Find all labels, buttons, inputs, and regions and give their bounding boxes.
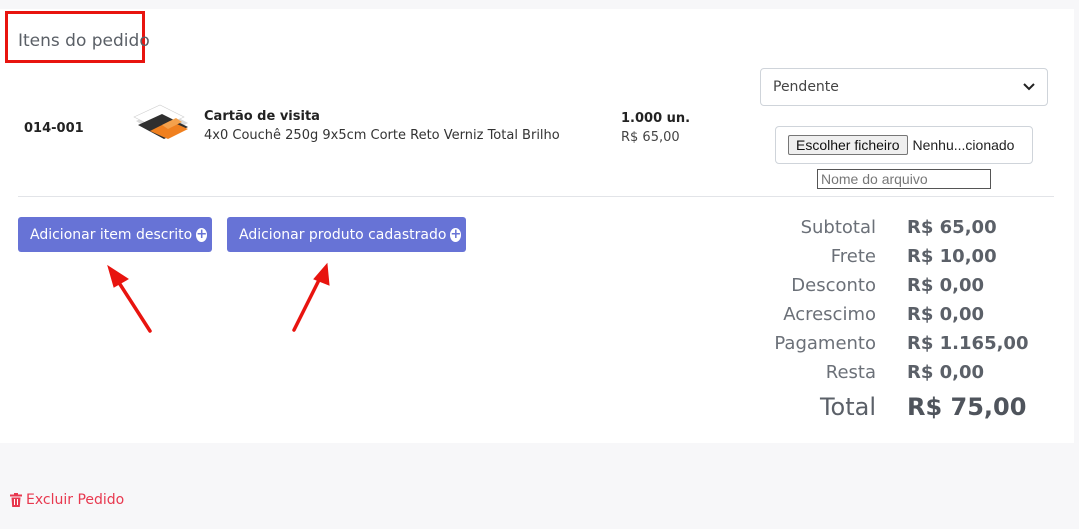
summary-value: R$ 1.165,00 [907, 333, 1029, 354]
summary-label: Acrescimo [783, 304, 876, 325]
summary-value: R$ 0,00 [907, 362, 985, 383]
summary-value: R$ 10,00 [907, 246, 997, 267]
total-label: Total [819, 393, 876, 421]
summary-label: Pagamento [774, 333, 876, 354]
file-status-text: Nenhu...cionado [912, 137, 1015, 153]
filename-input[interactable]: Nome do arquivo [817, 169, 991, 189]
total-value: R$ 75,00 [907, 393, 1027, 421]
item-description: 4x0 Couchê 250g 9x5cm Corte Reto Verniz … [204, 128, 560, 143]
summary-row-payment: Pagamento R$ 1.165,00 [740, 333, 1040, 361]
item-price: R$ 65,00 [621, 130, 680, 145]
summary-value: R$ 65,00 [907, 217, 997, 238]
plus-circle-icon: + [450, 227, 462, 242]
summary-row-shipping: Frete R$ 10,00 [740, 246, 1040, 274]
choose-file-button[interactable]: Escolher ficheiro [788, 135, 908, 155]
divider [18, 196, 1054, 197]
item-code: 014-001 [24, 121, 84, 136]
plus-circle-icon: + [196, 227, 208, 242]
section-title: Itens do pedido [18, 31, 150, 51]
summary-row-remaining: Resta R$ 0,00 [740, 362, 1040, 390]
summary-label: Resta [825, 362, 876, 383]
summary-value: R$ 0,00 [907, 304, 985, 325]
add-described-item-button[interactable]: Adicionar item descrito + [18, 217, 212, 252]
summary-row-surcharge: Acrescimo R$ 0,00 [740, 304, 1040, 332]
add-registered-product-button[interactable]: Adicionar produto cadastrado + [227, 217, 466, 252]
trash-icon [10, 493, 22, 507]
summary-label: Subtotal [800, 217, 876, 238]
add-described-item-label: Adicionar item descrito [30, 226, 193, 243]
summary-row-total: Total R$ 75,00 [740, 393, 1040, 427]
summary-value: R$ 0,00 [907, 275, 985, 296]
delete-order-link[interactable]: Excluir Pedido [10, 492, 124, 508]
summary-row-discount: Desconto R$ 0,00 [740, 275, 1040, 303]
file-upload-field: Escolher ficheiro Nenhu...cionado [775, 126, 1033, 164]
summary-label: Frete [830, 246, 876, 267]
summary-row-subtotal: Subtotal R$ 65,00 [740, 217, 1040, 245]
order-items-card: Itens do pedido 014-001 Cartão de visita… [0, 9, 1074, 443]
item-quantity: 1.000 un. [621, 111, 691, 126]
delete-order-label: Excluir Pedido [26, 492, 125, 508]
add-registered-product-label: Adicionar produto cadastrado [239, 226, 447, 243]
status-select[interactable]: Pendente [760, 68, 1048, 106]
chevron-down-icon [1023, 83, 1035, 91]
product-thumbnail [133, 104, 188, 139]
summary-label: Desconto [791, 275, 876, 296]
status-select-value: Pendente [773, 79, 839, 95]
item-name: Cartão de visita [204, 109, 320, 124]
